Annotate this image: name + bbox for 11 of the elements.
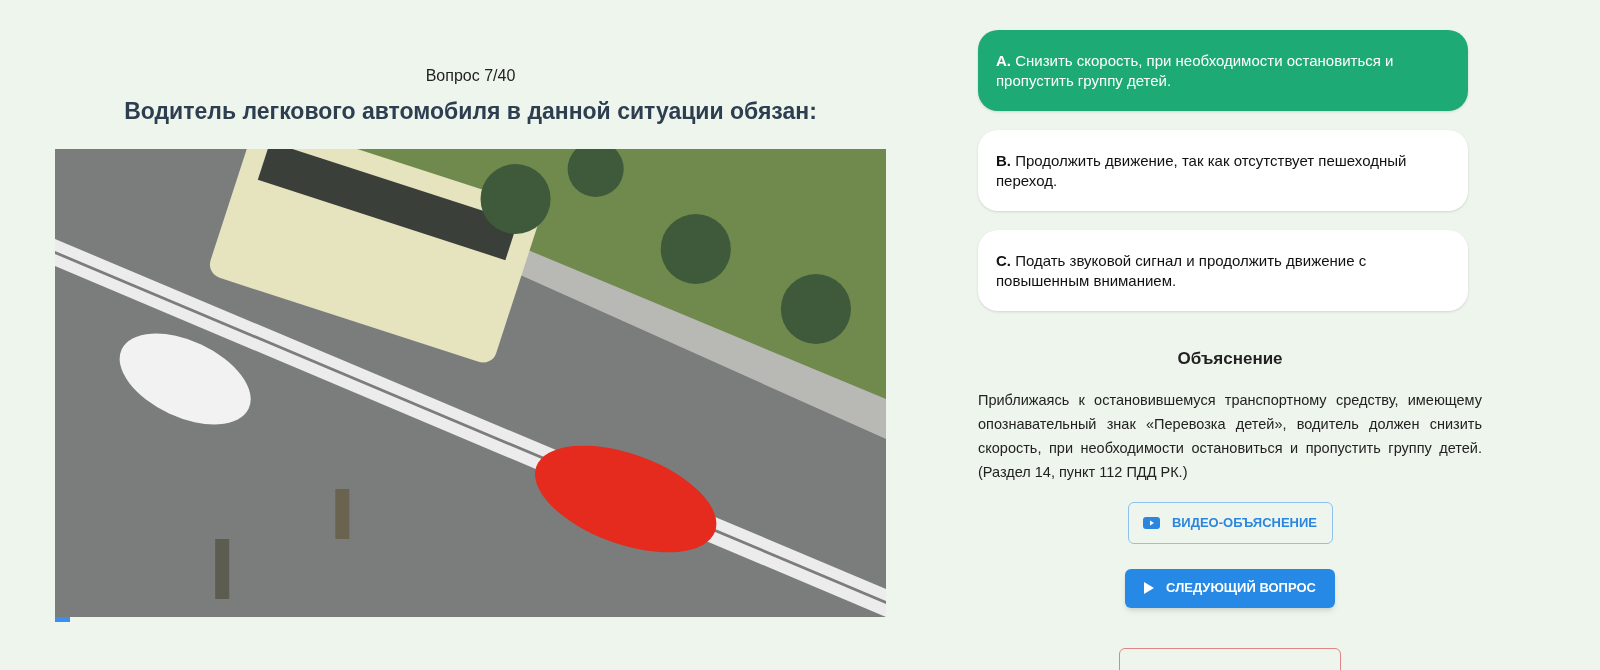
- answer-option[interactable]: A. Снизить скорость, при необходимости остановиться и пропустить группу детей.: [978, 30, 1468, 111]
- explanation-text: Приближаясь к остановившемуся транспортному средству, имеющему опознавательный знак «Перевозка детей», водитель должен снизить скорость, при необходимости остановиться и пропустить группу детей. (Раздел 14, пункт 112 ПДД РК.): [978, 390, 1482, 482]
- video-icon: [1142, 516, 1160, 529]
- question-counter: Вопрос 7/40: [425, 66, 516, 86]
- answer-option[interactable]: C. Подать звуковой сигнал и продолжить движение с повышенным вниманием.: [978, 230, 1468, 311]
- question-title: Водитель легкового автомобиля в данной ситуации обязан:: [124, 97, 817, 126]
- explanation-heading: Объяснение: [1176, 348, 1284, 370]
- next-button[interactable]: СЛЕДУЮЩИЙ ВОПРОС: [1125, 568, 1335, 608]
- answer-option[interactable]: B. Продолжить движение, так как отсутствует пешеходный переход.: [978, 130, 1468, 211]
- video-button[interactable]: ВИДЕО-ОБЪЯСНЕНИЕ: [1127, 501, 1333, 544]
- play-icon: [1144, 582, 1155, 594]
